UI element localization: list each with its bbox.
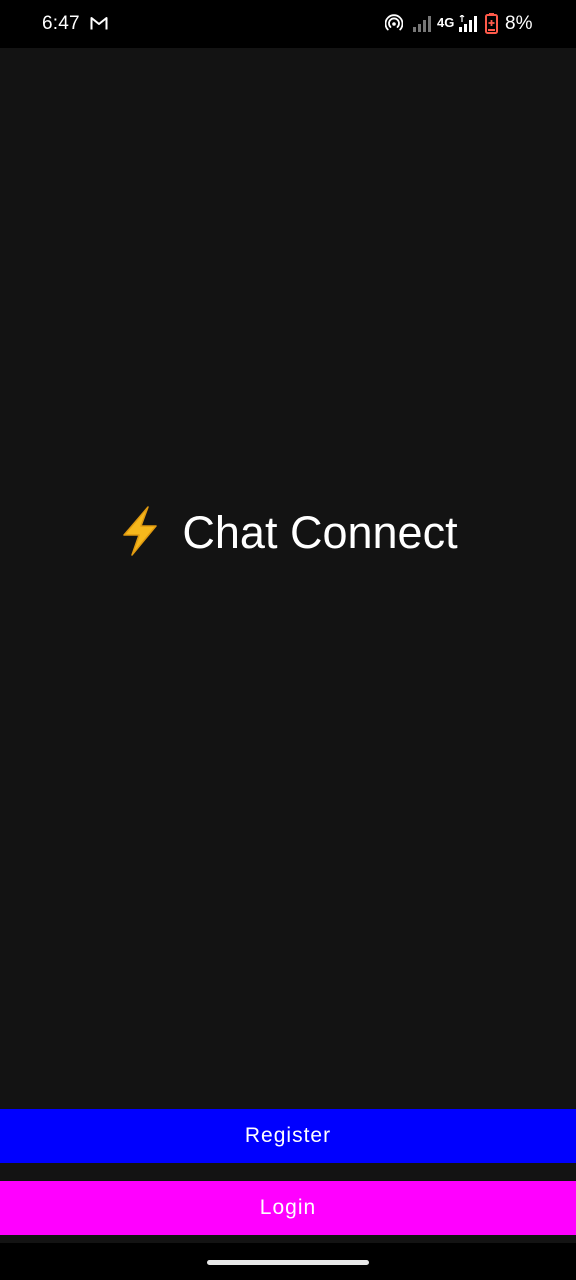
app-title-text: Chat Connect	[182, 507, 458, 558]
login-button[interactable]: Login	[0, 1181, 576, 1235]
signal-icon	[413, 16, 431, 32]
register-button[interactable]: Register	[0, 1109, 576, 1163]
signal-icon	[459, 15, 477, 32]
status-time: 6:47	[42, 13, 80, 34]
status-bar: 6:47 4G 8%	[0, 0, 576, 48]
navigation-bar	[0, 1243, 576, 1280]
gmail-icon	[90, 17, 108, 30]
home-gesture-handle[interactable]	[207, 1260, 369, 1265]
app-title: Chat Connect	[0, 505, 576, 559]
hotspot-icon	[385, 14, 403, 31]
battery-percent: 8%	[505, 13, 533, 34]
battery-icon	[485, 13, 498, 34]
app-screen: 6:47 4G 8% Chat Connect Register Login	[0, 0, 576, 1280]
lightning-bolt-icon	[123, 506, 158, 556]
network-type-label: 4G	[437, 15, 455, 30]
